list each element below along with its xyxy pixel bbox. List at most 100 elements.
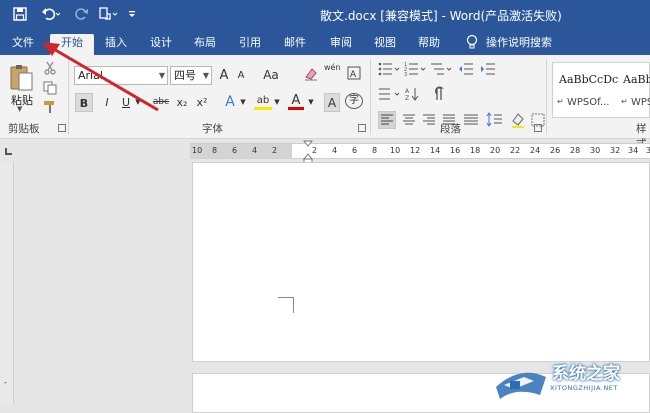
align-center-icon[interactable] bbox=[400, 111, 418, 132]
ruler-label: 22 bbox=[510, 146, 521, 155]
align-right-icon[interactable] bbox=[420, 111, 438, 132]
lightbulb-icon bbox=[462, 34, 482, 55]
format-painter-icon[interactable] bbox=[43, 100, 57, 117]
ruler-label: 30 bbox=[590, 146, 601, 155]
paragraph-mark-icon: ↵ bbox=[621, 97, 628, 106]
tab-help[interactable]: 帮助 bbox=[410, 34, 448, 55]
tab-view[interactable]: 视图 bbox=[366, 34, 404, 55]
style-preview[interactable]: AaBbCcDc bbox=[559, 73, 618, 86]
ruler-label: 12 bbox=[410, 146, 421, 155]
clipboard-launcher-icon[interactable] bbox=[58, 124, 66, 132]
tab-references[interactable]: 引用 bbox=[230, 34, 270, 55]
text-effects-button[interactable]: A bbox=[222, 93, 238, 112]
ruler-label: 10 bbox=[192, 146, 203, 155]
save-icon[interactable] bbox=[12, 7, 28, 23]
show-marks-icon[interactable] bbox=[430, 86, 446, 105]
ruler-label: 24 bbox=[530, 146, 541, 155]
chevron-down-icon[interactable]: ▼ bbox=[272, 93, 282, 112]
tell-me-search[interactable]: 操作说明搜索 bbox=[486, 34, 558, 55]
tab-insert[interactable]: 插入 bbox=[98, 34, 134, 55]
tab-selector[interactable] bbox=[0, 140, 22, 162]
font-size-combo[interactable]: 四号 ▼ bbox=[170, 66, 212, 85]
ruler-label: 10 bbox=[390, 146, 401, 155]
font-name-combo[interactable]: Arial ▼ bbox=[74, 66, 168, 85]
subscript-button[interactable]: x₂ bbox=[174, 93, 190, 112]
copy-icon[interactable] bbox=[43, 81, 57, 98]
paste-dropdown-icon[interactable]: ▼ bbox=[17, 105, 22, 113]
customize-qat-icon[interactable] bbox=[126, 7, 138, 23]
clear-formatting-icon[interactable] bbox=[302, 66, 320, 85]
svg-text:3: 3 bbox=[404, 72, 407, 77]
grow-font-button[interactable]: A bbox=[216, 66, 232, 85]
ruler-label: 2 bbox=[272, 146, 278, 155]
char-border-icon[interactable]: A bbox=[345, 66, 363, 85]
font-color-button[interactable]: A bbox=[288, 91, 304, 110]
underline-button[interactable]: U bbox=[119, 93, 133, 112]
chevron-down-icon[interactable]: ▼ bbox=[203, 67, 209, 84]
decrease-indent-icon[interactable] bbox=[458, 61, 474, 80]
font-size-value: 四号 bbox=[174, 69, 196, 82]
ruler-label: 26 bbox=[550, 146, 561, 155]
horizontal-ruler[interactable]: 10 8 6 4 2 2 4 6 8 10 12 14 16 18 20 22 … bbox=[190, 143, 650, 159]
svg-text:A: A bbox=[350, 70, 357, 80]
increase-indent-icon[interactable] bbox=[480, 61, 496, 80]
font-launcher-icon[interactable] bbox=[358, 124, 366, 132]
enclose-char-button[interactable]: 字 bbox=[345, 93, 363, 109]
undo-icon[interactable] bbox=[40, 7, 62, 23]
styles-gallery[interactable]: AaBbCcDc ↵ WPSOf... AaBb ↵ WPS bbox=[552, 62, 650, 118]
sort-icon[interactable]: AZ bbox=[404, 86, 426, 105]
phonetic-guide-button[interactable]: wén bbox=[324, 63, 341, 82]
ruler-label: 8 bbox=[372, 146, 378, 155]
highlight-button[interactable]: ab bbox=[254, 91, 272, 110]
ruler-label: 4 bbox=[332, 146, 338, 155]
paragraph-launcher-icon[interactable] bbox=[534, 124, 542, 132]
numbering-icon[interactable]: 123 bbox=[404, 61, 426, 80]
cut-icon[interactable] bbox=[43, 61, 57, 78]
bold-button[interactable]: B bbox=[75, 93, 93, 112]
tab-review[interactable]: 审阅 bbox=[322, 34, 360, 55]
change-case-button[interactable]: Aa bbox=[260, 66, 282, 85]
line-spacing-icon[interactable] bbox=[486, 111, 504, 132]
ruler-label: 6 bbox=[232, 146, 238, 155]
ruler-label: 4 bbox=[252, 146, 258, 155]
distributed-icon[interactable] bbox=[462, 111, 480, 132]
divider bbox=[546, 59, 547, 135]
bullets-icon[interactable] bbox=[378, 61, 400, 80]
chevron-down-icon[interactable]: ▼ bbox=[238, 93, 248, 112]
ruler-label: - bbox=[4, 378, 7, 387]
char-shading-button[interactable]: A bbox=[324, 93, 340, 112]
chevron-down-icon[interactable]: ▼ bbox=[159, 67, 165, 84]
tab-layout[interactable]: 布局 bbox=[186, 34, 224, 55]
shrink-font-button[interactable]: A bbox=[234, 66, 248, 85]
font-group-label: 字体 bbox=[202, 123, 223, 135]
tab-file[interactable]: 文件 bbox=[0, 34, 46, 55]
ruler-label: 28 bbox=[570, 146, 581, 155]
paste-icon[interactable] bbox=[8, 63, 34, 93]
multilevel-list-icon[interactable] bbox=[430, 61, 452, 80]
ruler-label: 14 bbox=[430, 146, 441, 155]
shading-icon[interactable] bbox=[510, 111, 526, 132]
vertical-ruler[interactable]: - bbox=[0, 162, 14, 405]
tab-home[interactable]: 开始 bbox=[50, 34, 94, 55]
strikethrough-button[interactable]: abc bbox=[150, 93, 172, 112]
svg-text:A: A bbox=[405, 88, 410, 95]
tab-design[interactable]: 设计 bbox=[142, 34, 180, 55]
touch-mode-icon[interactable] bbox=[98, 7, 120, 23]
align-left-icon[interactable] bbox=[377, 110, 397, 132]
redo-icon[interactable] bbox=[74, 7, 90, 23]
chevron-down-icon[interactable]: ▼ bbox=[133, 93, 143, 112]
clipboard-group-label: 剪贴板 bbox=[8, 123, 40, 135]
watermark-logo: 系统之家 XITONGZHIJIA.NET bbox=[490, 355, 650, 405]
superscript-button[interactable]: x² bbox=[194, 93, 210, 112]
document-page[interactable] bbox=[192, 162, 650, 362]
watermark-subtitle: XITONGZHIJIA.NET bbox=[550, 384, 618, 392]
style-preview[interactable]: AaBb bbox=[623, 73, 650, 86]
italic-button[interactable]: I bbox=[99, 93, 115, 112]
tab-mailings[interactable]: 邮件 bbox=[276, 34, 314, 55]
chinese-layout-icon[interactable] bbox=[378, 86, 400, 105]
style-name: WPSOf... bbox=[567, 97, 610, 108]
paragraph-group-label: 段落 bbox=[440, 123, 461, 135]
ruler-label: 8 bbox=[212, 146, 218, 155]
chevron-down-icon[interactable]: ▼ bbox=[306, 93, 316, 112]
font-name-value: Arial bbox=[78, 69, 103, 82]
